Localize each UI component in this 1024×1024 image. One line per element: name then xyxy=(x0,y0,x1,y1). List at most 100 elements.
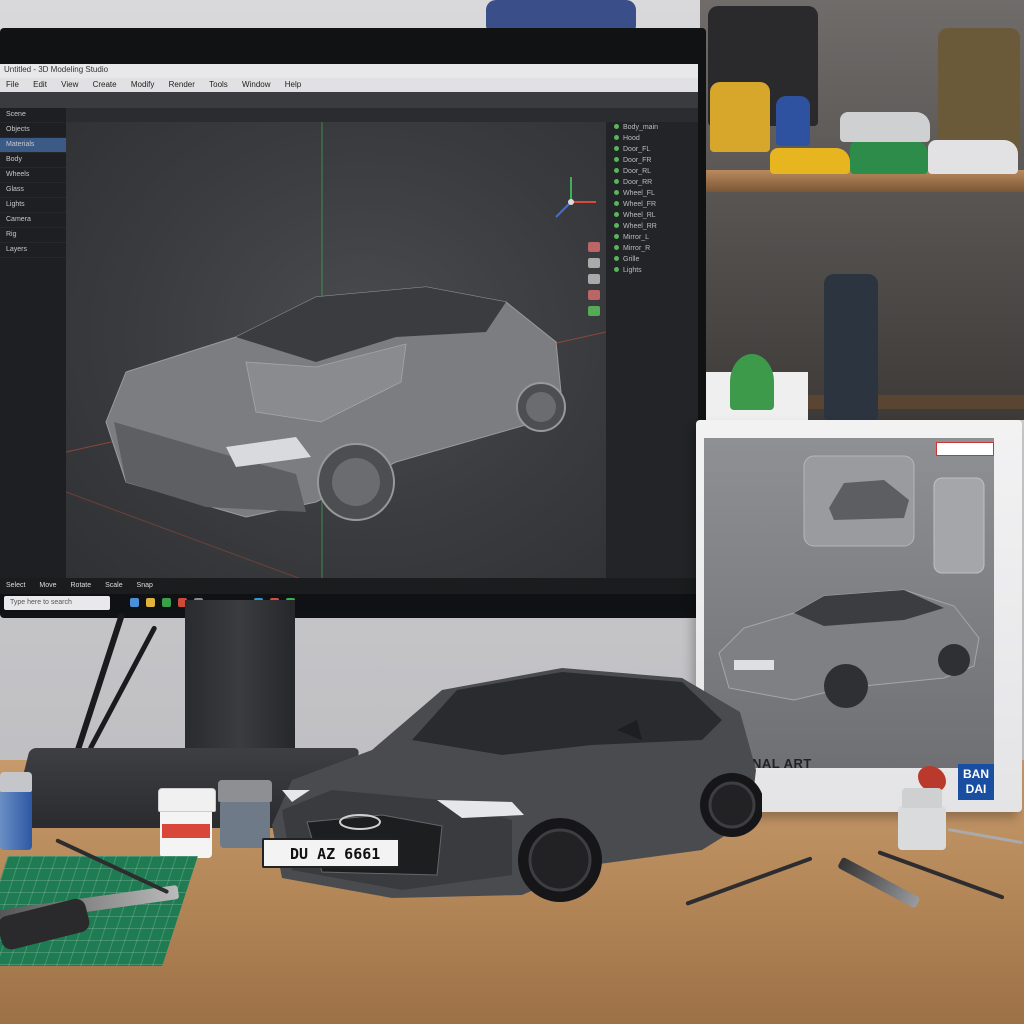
outliner-item[interactable]: Lights xyxy=(0,198,66,213)
outliner-item[interactable]: Layers xyxy=(0,243,66,258)
timeline-tool[interactable]: Move xyxy=(39,582,56,589)
model-car xyxy=(272,668,762,902)
properties-panel: Body_main Hood Door_FL Door_FR Door_RL D… xyxy=(606,122,698,592)
visibility-icon[interactable] xyxy=(614,234,619,239)
toy-car-white xyxy=(928,140,1018,174)
property-label: Door_FL xyxy=(623,146,651,153)
property-item[interactable]: Wheel_FR xyxy=(606,199,698,210)
timeline-tool[interactable]: Snap xyxy=(137,582,153,589)
tool-icon[interactable] xyxy=(588,290,600,300)
menu-edit[interactable]: Edit xyxy=(33,80,47,89)
visibility-icon[interactable] xyxy=(614,146,619,151)
property-item[interactable]: Grille xyxy=(606,254,698,265)
title-bar: Untitled - 3D Modeling Studio xyxy=(0,64,698,78)
taskbar-app-icon[interactable] xyxy=(130,598,139,607)
property-label: Wheel_FR xyxy=(623,201,657,208)
property-item[interactable]: Mirror_R xyxy=(606,243,698,254)
outliner-item[interactable]: Wheels xyxy=(0,168,66,183)
property-item[interactable]: Wheel_FL xyxy=(606,188,698,199)
outliner-item[interactable]: Body xyxy=(0,153,66,168)
3d-viewport[interactable] xyxy=(65,122,607,593)
visibility-icon[interactable] xyxy=(614,179,619,184)
timeline-tool[interactable]: Scale xyxy=(105,582,123,589)
tool-icon[interactable] xyxy=(588,258,600,268)
visibility-icon[interactable] xyxy=(614,124,619,129)
paint-pot-right xyxy=(898,806,946,850)
property-label: Wheel_FL xyxy=(623,190,655,197)
visibility-icon[interactable] xyxy=(614,201,619,206)
visibility-icon[interactable] xyxy=(614,135,619,140)
timeline-tool[interactable]: Rotate xyxy=(71,582,92,589)
visibility-icon[interactable] xyxy=(614,212,619,217)
property-item[interactable]: Lights xyxy=(606,265,698,276)
visibility-icon[interactable] xyxy=(614,223,619,228)
property-item[interactable]: Door_RL xyxy=(606,166,698,177)
property-label: Grille xyxy=(623,256,640,263)
toy-car-yellow xyxy=(770,148,850,174)
car-wireframe-model xyxy=(105,286,566,521)
figure-small-blue xyxy=(776,96,810,146)
bandai-logo: BAN DAI xyxy=(958,764,994,800)
tool-icon[interactable] xyxy=(588,306,600,316)
property-label: Wheel_RR xyxy=(623,223,657,230)
property-label: Mirror_R xyxy=(623,245,651,252)
property-label: Door_RL xyxy=(623,168,652,175)
monitor: Untitled - 3D Modeling Studio File Edit … xyxy=(0,28,706,618)
property-item[interactable]: Door_RR xyxy=(606,177,698,188)
taskbar-app-icon[interactable] xyxy=(162,598,171,607)
license-plate: DU AZ 6661 xyxy=(262,838,400,868)
tool-icon[interactable] xyxy=(588,274,600,284)
menu-help[interactable]: Help xyxy=(285,80,301,89)
visibility-icon[interactable] xyxy=(614,168,619,173)
menu-tools[interactable]: Tools xyxy=(209,80,228,89)
menu-create[interactable]: Create xyxy=(93,80,117,89)
visibility-icon[interactable] xyxy=(614,190,619,195)
figure-pirate xyxy=(938,28,1020,156)
outliner-item-selected[interactable]: Materials xyxy=(0,138,66,153)
outliner-item[interactable]: Camera xyxy=(0,213,66,228)
property-item[interactable]: Mirror_L xyxy=(606,232,698,243)
tool-icon[interactable] xyxy=(588,242,600,252)
visibility-icon[interactable] xyxy=(614,245,619,250)
paint-pot-lid xyxy=(0,772,32,792)
figure-green-tree xyxy=(730,354,774,410)
gizmo-icon xyxy=(555,177,596,218)
property-label: Hood xyxy=(623,135,640,142)
visibility-icon[interactable] xyxy=(614,157,619,162)
property-label: Mirror_L xyxy=(623,234,650,241)
paint-pot-lid xyxy=(902,788,942,808)
property-label: Wheel_RL xyxy=(623,212,656,219)
os-taskbar: Type here to search xyxy=(0,594,698,612)
property-label: Lights xyxy=(623,267,642,274)
outliner-item[interactable]: Objects xyxy=(0,123,66,138)
paint-label xyxy=(162,824,210,838)
figure-blue-jacket xyxy=(486,0,636,30)
viewport-scene xyxy=(65,122,607,593)
menu-window[interactable]: Window xyxy=(242,80,270,89)
outliner-item[interactable]: Glass xyxy=(0,183,66,198)
timeline-tool[interactable]: Select xyxy=(6,582,25,589)
menu-view[interactable]: View xyxy=(61,80,78,89)
outliner-item[interactable]: Scene xyxy=(0,108,66,123)
taskbar-app-icon[interactable] xyxy=(146,598,155,607)
scene-outliner: Scene Objects Materials Body Wheels Glas… xyxy=(0,108,66,578)
paint-pot-lid xyxy=(158,788,216,812)
property-item[interactable]: Wheel_RR xyxy=(606,221,698,232)
property-item[interactable]: Door_FL xyxy=(606,144,698,155)
property-item[interactable]: Body_main xyxy=(606,122,698,133)
paint-pot-blue xyxy=(0,790,32,850)
visibility-icon[interactable] xyxy=(614,267,619,272)
property-item[interactable]: Wheel_RL xyxy=(606,210,698,221)
property-label: Body_main xyxy=(623,124,659,131)
outliner-item[interactable]: Rig xyxy=(0,228,66,243)
visibility-icon[interactable] xyxy=(614,256,619,261)
menu-modify[interactable]: Modify xyxy=(131,80,155,89)
tool-strip xyxy=(0,92,698,108)
property-item[interactable]: Hood xyxy=(606,133,698,144)
menu-render[interactable]: Render xyxy=(169,80,195,89)
box-sticker xyxy=(936,442,994,456)
menu-file[interactable]: File xyxy=(6,80,19,89)
property-item[interactable]: Door_FR xyxy=(606,155,698,166)
taskbar-search-input[interactable]: Type here to search xyxy=(4,596,110,610)
figure-yellow xyxy=(710,82,770,152)
